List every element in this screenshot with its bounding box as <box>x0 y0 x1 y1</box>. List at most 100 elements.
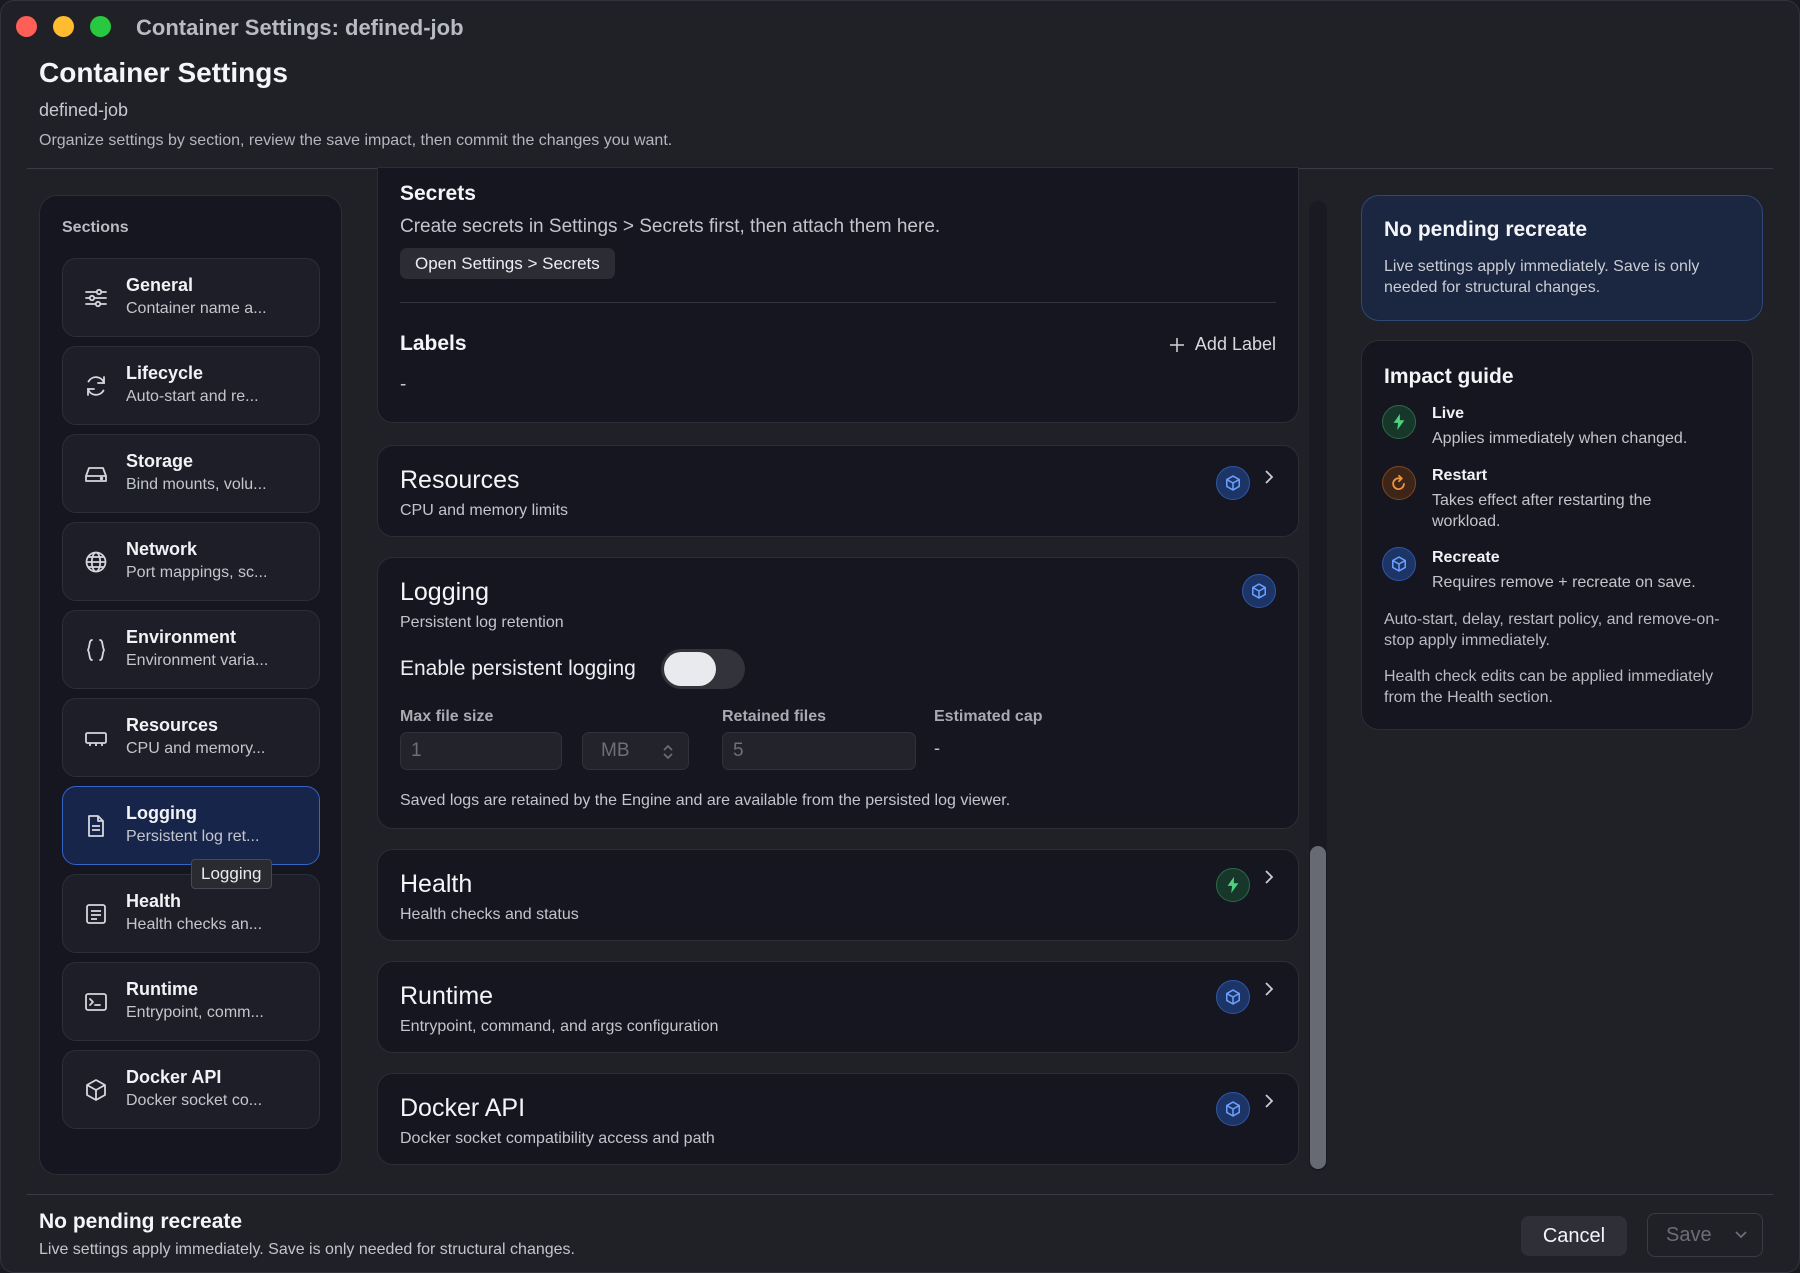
labels-value: - <box>400 374 407 395</box>
bolt-icon <box>1393 413 1405 431</box>
sidebar-item-runtime[interactable]: Runtime Entrypoint, comm... <box>62 962 320 1041</box>
sidebar-item-subtitle: Persistent log ret... <box>126 828 260 845</box>
tooltip: Logging <box>191 859 272 889</box>
terminal-icon <box>85 993 107 1011</box>
save-button-label: Save <box>1666 1223 1712 1246</box>
estimated-cap-value: - <box>934 738 940 758</box>
secrets-labels-card: Secrets Create secrets in Settings > Sec… <box>377 167 1299 423</box>
footer-status-title: No pending recreate <box>39 1210 243 1233</box>
sidebar-item-docker-api[interactable]: Docker API Docker socket co... <box>62 1050 320 1129</box>
sidebar-item-general[interactable]: General Container name a... <box>62 258 320 337</box>
section-title: Docker API <box>400 1094 526 1122</box>
impact-guide-title: Impact guide <box>1384 365 1514 388</box>
chevron-down-icon <box>1735 1231 1747 1239</box>
title-bar: Container Settings: defined-job <box>1 1 1799 53</box>
estimated-cap-label: Estimated cap <box>934 708 1043 725</box>
section-subtitle: Entrypoint, command, and args configurat… <box>400 1018 719 1035</box>
recreate-badge <box>1216 980 1250 1014</box>
sidebar-item-network[interactable]: Network Port mappings, sc... <box>62 522 320 601</box>
sidebar-item-environment[interactable]: Environment Environment varia... <box>62 610 320 689</box>
retained-files-label: Retained files <box>722 708 827 725</box>
minimize-window-button[interactable] <box>53 16 74 37</box>
impact-note-lifecycle: Auto-start, delay, restart policy, and r… <box>1384 611 1720 649</box>
chevron-right-icon[interactable] <box>1262 980 1276 998</box>
sidebar-item-title: General <box>126 275 194 295</box>
cube-icon <box>1226 475 1240 491</box>
bolt-icon <box>1227 876 1239 894</box>
sliders-icon <box>85 288 107 308</box>
braces-icon <box>86 639 106 661</box>
sidebar-item-title: Health <box>126 891 182 911</box>
add-label-button[interactable]: Add Label <box>1169 334 1276 355</box>
logging-note: Saved logs are retained by the Engine an… <box>400 792 1011 809</box>
chevron-right-icon[interactable] <box>1262 468 1276 486</box>
chevron-right-icon[interactable] <box>1262 1092 1276 1110</box>
globe-icon <box>85 551 107 573</box>
chevron-right-icon[interactable] <box>1262 868 1276 886</box>
sidebar-item-subtitle: Health checks an... <box>126 916 263 933</box>
sidebar-item-subtitle: Entrypoint, comm... <box>126 1004 264 1021</box>
sidebar-item-title: Storage <box>126 451 194 471</box>
secrets-title: Secrets <box>400 182 476 205</box>
health-icon <box>86 904 106 924</box>
section-subtitle: Persistent log retention <box>400 614 564 631</box>
section-subtitle: Docker socket compatibility access and p… <box>400 1130 715 1147</box>
retained-files-input[interactable]: 5 <box>722 732 916 770</box>
sidebar-item-title: Docker API <box>126 1067 222 1087</box>
recreate-badge <box>1382 547 1416 581</box>
sections-label: Sections <box>62 219 129 236</box>
sidebar-item-lifecycle[interactable]: Lifecycle Auto-start and re... <box>62 346 320 425</box>
sidebar-item-title: Resources <box>126 715 219 735</box>
page-title: Container Settings <box>39 57 288 88</box>
recreate-badge <box>1242 574 1276 608</box>
section-title: Resources <box>400 466 520 494</box>
resources-card[interactable]: Resources CPU and memory limits <box>377 445 1299 537</box>
memory-icon <box>85 732 107 746</box>
sidebar-item-title: Network <box>126 539 198 559</box>
impact-note-health: Health check edits can be applied immedi… <box>1384 668 1714 706</box>
maximize-window-button[interactable] <box>90 16 111 37</box>
cube-icon <box>86 1079 106 1101</box>
open-secrets-button[interactable]: Open Settings > Secrets <box>400 248 615 279</box>
sidebar-item-title: Runtime <box>126 979 198 999</box>
pending-description: Live settings apply immediately. Save is… <box>1384 258 1700 296</box>
cube-icon <box>1392 556 1406 572</box>
sidebar-item-logging[interactable]: Logging Persistent log ret... <box>62 786 320 865</box>
add-label-text: Add Label <box>1194 334 1276 354</box>
pending-title: No pending recreate <box>1384 218 1588 241</box>
impact-restart-name: Restart <box>1432 467 1488 484</box>
live-badge <box>1382 405 1416 439</box>
size-unit-select[interactable]: MB <box>582 732 689 770</box>
recreate-badge <box>1216 1092 1250 1126</box>
close-window-button[interactable] <box>16 16 37 37</box>
window-title: Container Settings: defined-job <box>136 15 464 40</box>
sidebar-item-storage[interactable]: Storage Bind mounts, volu... <box>62 434 320 513</box>
max-file-size-input[interactable]: 1 <box>400 732 562 770</box>
restart-badge <box>1382 466 1416 500</box>
impact-restart-description: Takes effect after restarting the worklo… <box>1432 492 1652 530</box>
cancel-button[interactable]: Cancel <box>1521 1216 1627 1256</box>
health-card[interactable]: Health Health checks and status <box>377 849 1299 941</box>
section-subtitle: Health checks and status <box>400 906 579 923</box>
section-title: Logging <box>400 578 489 606</box>
sidebar-item-subtitle: CPU and memory... <box>126 740 266 757</box>
sidebar-item-title: Lifecycle <box>126 363 204 383</box>
document-icon <box>88 815 104 837</box>
sidebar-item-resources[interactable]: Resources CPU and memory... <box>62 698 320 777</box>
live-badge <box>1216 868 1250 902</box>
refresh-icon <box>87 376 105 396</box>
pending-status-card: No pending recreate Live settings apply … <box>1361 195 1763 321</box>
impact-live-name: Live <box>1432 405 1465 422</box>
save-button[interactable]: Save <box>1647 1213 1763 1257</box>
stepper-icon <box>663 744 673 760</box>
persistent-logging-toggle[interactable] <box>661 649 745 689</box>
logging-card: Logging Persistent log retention Enable … <box>377 557 1299 829</box>
scrollbar-thumb[interactable] <box>1310 846 1326 1169</box>
labels-title: Labels <box>400 332 467 355</box>
cube-icon <box>1226 1101 1240 1117</box>
runtime-card[interactable]: Runtime Entrypoint, command, and args co… <box>377 961 1299 1053</box>
toggle-knob <box>664 652 716 686</box>
card-divider <box>400 302 1276 303</box>
drive-icon <box>85 467 107 482</box>
docker-api-card[interactable]: Docker API Docker socket compatibility a… <box>377 1073 1299 1165</box>
